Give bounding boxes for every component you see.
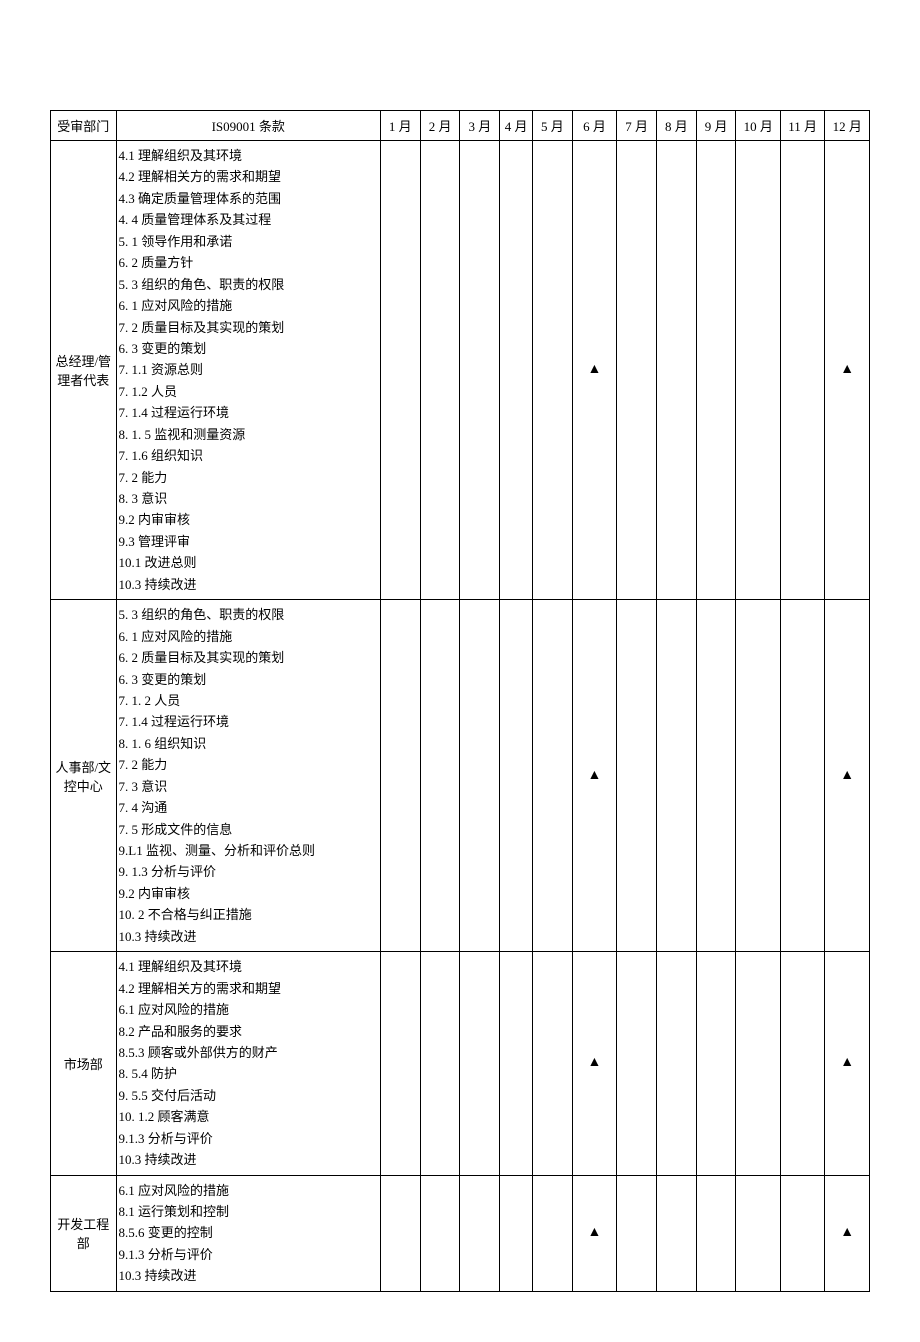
month-cell-12: ▲	[825, 952, 870, 1175]
department-cell: 开发工程部	[51, 1175, 117, 1291]
header-month-11: 11 月	[780, 111, 824, 141]
header-row: 受审部门 IS09001 条款 1 月 2 月 3 月 4 月 5 月 6 月 …	[51, 111, 870, 141]
table-row: 总经理/管理者代表4.1 理解组织及其环境 4.2 理解相关方的需求和期望 4.…	[51, 141, 870, 600]
month-cell-2	[420, 1175, 460, 1291]
month-cell-12: ▲	[825, 1175, 870, 1291]
clause-cell: 5. 3 组织的角色、职责的权限 6. 1 应对风险的措施 6. 2 质量目标及…	[116, 600, 380, 952]
month-cell-2	[420, 952, 460, 1175]
month-cell-1	[380, 141, 420, 600]
header-month-5: 5 月	[532, 111, 572, 141]
month-cell-10	[736, 141, 780, 600]
month-cell-3	[460, 141, 500, 600]
month-cell-3	[460, 952, 500, 1175]
header-month-8: 8 月	[656, 111, 696, 141]
table-row: 市场部4.1 理解组织及其环境 4.2 理解相关方的需求和期望 6.1 应对风险…	[51, 952, 870, 1175]
month-cell-4	[500, 141, 533, 600]
month-cell-4	[500, 1175, 533, 1291]
clause-cell: 4.1 理解组织及其环境 4.2 理解相关方的需求和期望 6.1 应对风险的措施…	[116, 952, 380, 1175]
month-cell-11	[780, 141, 824, 600]
month-cell-5	[532, 1175, 572, 1291]
month-cell-8	[656, 141, 696, 600]
month-cell-6: ▲	[572, 141, 616, 600]
month-cell-10	[736, 952, 780, 1175]
header-month-12: 12 月	[825, 111, 870, 141]
month-cell-5	[532, 141, 572, 600]
month-cell-9	[696, 600, 736, 952]
month-cell-5	[532, 600, 572, 952]
header-month-3: 3 月	[460, 111, 500, 141]
month-cell-1	[380, 600, 420, 952]
header-month-9: 9 月	[696, 111, 736, 141]
month-cell-6: ▲	[572, 1175, 616, 1291]
month-cell-11	[780, 952, 824, 1175]
header-clause: IS09001 条款	[116, 111, 380, 141]
month-cell-3	[460, 600, 500, 952]
header-month-4: 4 月	[500, 111, 533, 141]
header-month-10: 10 月	[736, 111, 780, 141]
month-cell-3	[460, 1175, 500, 1291]
month-cell-5	[532, 952, 572, 1175]
month-cell-11	[780, 1175, 824, 1291]
month-cell-6: ▲	[572, 600, 616, 952]
month-cell-10	[736, 1175, 780, 1291]
header-month-1: 1 月	[380, 111, 420, 141]
month-cell-2	[420, 141, 460, 600]
table-row: 人事部/文控中心5. 3 组织的角色、职责的权限 6. 1 应对风险的措施 6.…	[51, 600, 870, 952]
month-cell-12: ▲	[825, 600, 870, 952]
month-cell-4	[500, 952, 533, 1175]
department-cell: 总经理/管理者代表	[51, 141, 117, 600]
month-cell-7	[617, 600, 657, 952]
month-cell-6: ▲	[572, 952, 616, 1175]
month-cell-7	[617, 1175, 657, 1291]
department-cell: 人事部/文控中心	[51, 600, 117, 952]
header-month-7: 7 月	[617, 111, 657, 141]
month-cell-12: ▲	[825, 141, 870, 600]
month-cell-9	[696, 141, 736, 600]
department-cell: 市场部	[51, 952, 117, 1175]
month-cell-9	[696, 952, 736, 1175]
audit-schedule-table: 受审部门 IS09001 条款 1 月 2 月 3 月 4 月 5 月 6 月 …	[50, 110, 870, 1292]
month-cell-7	[617, 952, 657, 1175]
month-cell-9	[696, 1175, 736, 1291]
month-cell-8	[656, 952, 696, 1175]
month-cell-2	[420, 600, 460, 952]
clause-cell: 6.1 应对风险的措施 8.1 运行策划和控制 8.5.6 变更的控制 9.1.…	[116, 1175, 380, 1291]
month-cell-1	[380, 1175, 420, 1291]
month-cell-8	[656, 600, 696, 952]
header-department: 受审部门	[51, 111, 117, 141]
month-cell-11	[780, 600, 824, 952]
header-month-6: 6 月	[572, 111, 616, 141]
month-cell-7	[617, 141, 657, 600]
header-month-2: 2 月	[420, 111, 460, 141]
table-row: 开发工程部6.1 应对风险的措施 8.1 运行策划和控制 8.5.6 变更的控制…	[51, 1175, 870, 1291]
month-cell-1	[380, 952, 420, 1175]
clause-cell: 4.1 理解组织及其环境 4.2 理解相关方的需求和期望 4.3 确定质量管理体…	[116, 141, 380, 600]
month-cell-4	[500, 600, 533, 952]
month-cell-8	[656, 1175, 696, 1291]
month-cell-10	[736, 600, 780, 952]
